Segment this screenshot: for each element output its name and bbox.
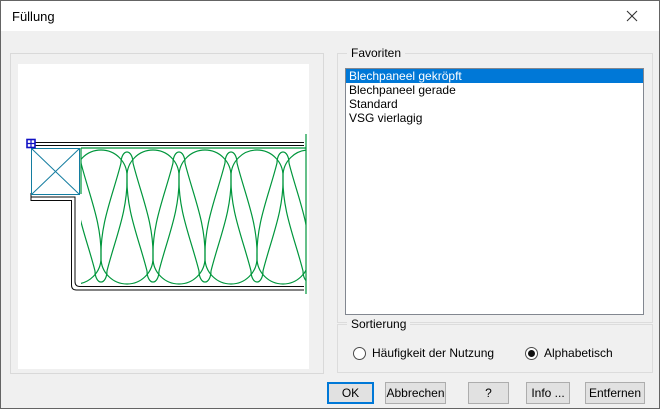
preview-drawing — [18, 64, 309, 369]
sorting-group-label: Sortierung — [347, 317, 410, 331]
radio-alphabetical[interactable]: Alphabetisch — [525, 347, 613, 360]
help-button[interactable]: ? — [468, 382, 509, 404]
frame-cross-symbol — [32, 149, 80, 195]
close-icon — [626, 10, 638, 22]
list-item[interactable]: Blechpaneel gekröpft — [346, 69, 643, 83]
radio-icon[interactable] — [353, 347, 366, 360]
cancel-button[interactable]: Abbrechen — [385, 382, 446, 404]
radio-alphabetical-label: Alphabetisch — [544, 347, 613, 360]
window-title: Füllung — [12, 9, 55, 24]
preview-panel — [10, 53, 324, 374]
close-button[interactable] — [609, 1, 654, 30]
grip-handle-icon — [27, 140, 35, 148]
radio-frequency-label: Häufigkeit der Nutzung — [372, 347, 494, 360]
ok-button[interactable]: OK — [327, 382, 374, 404]
info-button[interactable]: Info ... — [526, 382, 570, 404]
sorting-group: Sortierung Häufigkeit der Nutzung Alphab… — [337, 324, 653, 373]
remove-button[interactable]: Entfernen — [585, 382, 645, 404]
list-item[interactable]: Blechpaneel gerade — [346, 83, 643, 97]
favorites-group-label: Favoriten — [347, 46, 405, 60]
fuellung-dialog: Füllung Favoriten Blechpaneel gekröpft B… — [0, 0, 660, 409]
list-item[interactable]: VSG vierlagig — [346, 111, 643, 125]
favorites-group: Favoriten Blechpaneel gekröpft Blechpane… — [337, 53, 653, 323]
favorites-list[interactable]: Blechpaneel gekröpft Blechpaneel gerade … — [345, 68, 644, 315]
preview-canvas — [18, 64, 309, 369]
titlebar: Füllung — [1, 1, 659, 31]
insulation-pattern — [49, 150, 309, 284]
radio-frequency-of-use[interactable]: Häufigkeit der Nutzung — [353, 347, 494, 360]
radio-icon[interactable] — [525, 347, 538, 360]
list-item[interactable]: Standard — [346, 97, 643, 111]
